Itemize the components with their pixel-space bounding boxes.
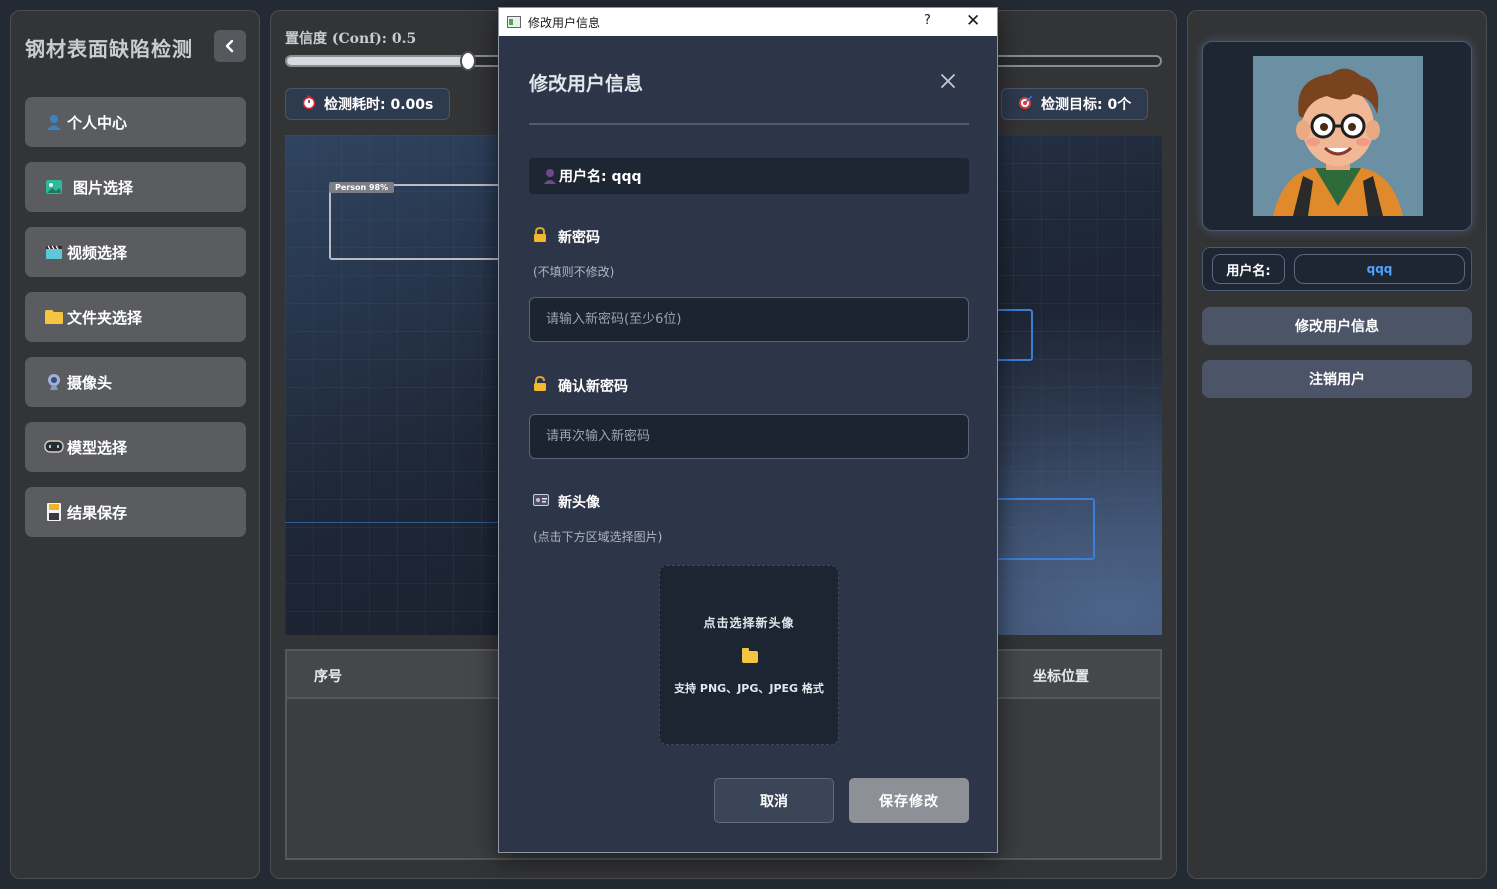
bounding-box-label: Person 98% [329,182,395,193]
nav-item-label: 文件夹选择 [67,308,143,327]
nav-item-camera[interactable]: 摄像头 [25,357,246,407]
detection-time-chip: 检测耗时: 0.00s [285,88,451,120]
folder-icon [742,648,758,663]
dialog-window-title: 修改用户信息 [528,15,601,30]
help-button[interactable]: ? [924,13,931,28]
model-icon [43,437,65,457]
username-value: qqq [1294,254,1465,284]
new-password-label-text: 新密码 [558,230,600,246]
avatar [1253,56,1423,216]
logout-user-button[interactable]: 注销用户 [1202,360,1472,398]
app-title: 钢材表面缺陷检测 [25,37,193,61]
dialog-username-text: 用户名: qqq [559,169,642,185]
dialog-heading: 修改用户信息 [529,73,644,95]
new-password-hint: (不填则不修改) [533,265,615,279]
detection-count-chip: 检测目标: 0个 [1001,88,1149,120]
cancel-button[interactable]: 取消 [714,778,834,823]
nav-item-profile[interactable]: 个人中心 [25,97,246,147]
nav-item-save[interactable]: 结果保存 [25,487,246,537]
window-app-icon [507,16,521,28]
confirm-password-input[interactable] [529,414,969,459]
target-icon [1018,94,1033,114]
save-icon [43,502,65,522]
nav-item-label: 结果保存 [67,503,128,522]
confidence-slider-handle[interactable] [459,51,476,71]
column-header-coords: 坐标位置 [1033,669,1089,685]
user-silhouette-icon [543,168,557,184]
username-row: 用户名: qqq [1202,247,1472,291]
confirm-password-label-text: 确认新密码 [558,379,628,395]
nav-item-folder[interactable]: 文件夹选择 [25,292,246,342]
nav-item-model[interactable]: 模型选择 [25,422,246,472]
new-avatar-hint: (点击下方区域选择图片) [533,530,663,544]
confirm-password-label: 确认新密码 [533,375,628,396]
upload-title: 点击选择新头像 [703,616,795,630]
new-avatar-label-text: 新头像 [558,495,600,511]
id-card-icon [533,494,551,510]
nav-item-label: 图片选择 [73,178,134,197]
image-icon [43,177,65,197]
folder-icon [43,307,65,327]
lock-icon [533,226,551,247]
new-password-label: 新密码 [533,226,600,247]
dialog-body: 修改用户信息 用户名: qqq 新密码 (不填则不修改) 确认新密码 新头像 (… [499,37,997,852]
detection-time-value: 检测耗时: 0.00s [324,97,434,113]
username-label: 用户名: [1212,254,1285,284]
clapperboard-icon [43,242,65,262]
sidebar-nav: 个人中心 图片选择 视频选择 文件夹选择 摄像头 模型选择 结果保存 [25,97,246,552]
dialog-divider [529,123,969,125]
left-sidebar: 钢材表面缺陷检测 个人中心 图片选择 视频选择 文件夹选择 摄像头 模型选择 结… [10,10,260,879]
avatar-card [1202,41,1472,231]
new-password-input[interactable] [529,297,969,342]
guide-line [285,522,505,523]
nav-item-label: 模型选择 [67,438,128,457]
dialog-username-row: 用户名: qqq [529,158,969,194]
collapse-sidebar-button[interactable] [214,30,246,62]
nav-item-label: 个人中心 [67,113,128,132]
detection-count-value: 检测目标: 0个 [1041,97,1132,113]
upload-formats: 支持 PNG、JPG、JPEG 格式 [674,682,824,695]
stopwatch-icon [302,95,316,113]
column-header-index: 序号 [314,669,342,685]
chevron-left-icon [225,39,234,53]
avatar-upload-area[interactable]: 点击选择新头像 支持 PNG、JPG、JPEG 格式 [659,565,839,745]
webcam-icon [43,372,65,392]
save-changes-button[interactable]: 保存修改 [849,778,969,823]
user-icon [43,112,65,132]
confidence-label: 置信度 (Conf): 0.5 [285,31,417,47]
bounding-box: Person 98% [329,182,519,260]
window-close-button[interactable]: ✕ [966,11,980,31]
user-panel: 用户名: qqq 修改用户信息 注销用户 [1187,10,1487,879]
new-avatar-label: 新头像 [533,492,600,512]
nav-item-label: 摄像头 [67,373,113,392]
confidence-slider-fill [287,57,466,65]
edit-user-dialog: 修改用户信息 ? ✕ 修改用户信息 用户名: qqq 新密码 (不填则不修改) … [498,7,998,853]
edit-user-button[interactable]: 修改用户信息 [1202,307,1472,345]
dialog-titlebar[interactable]: 修改用户信息 ? ✕ [499,8,997,36]
nav-item-image[interactable]: 图片选择 [25,162,246,212]
nav-item-video[interactable]: 视频选择 [25,227,246,277]
close-icon[interactable] [940,67,956,95]
nav-item-label: 视频选择 [67,243,128,262]
lock-icon [533,375,551,396]
